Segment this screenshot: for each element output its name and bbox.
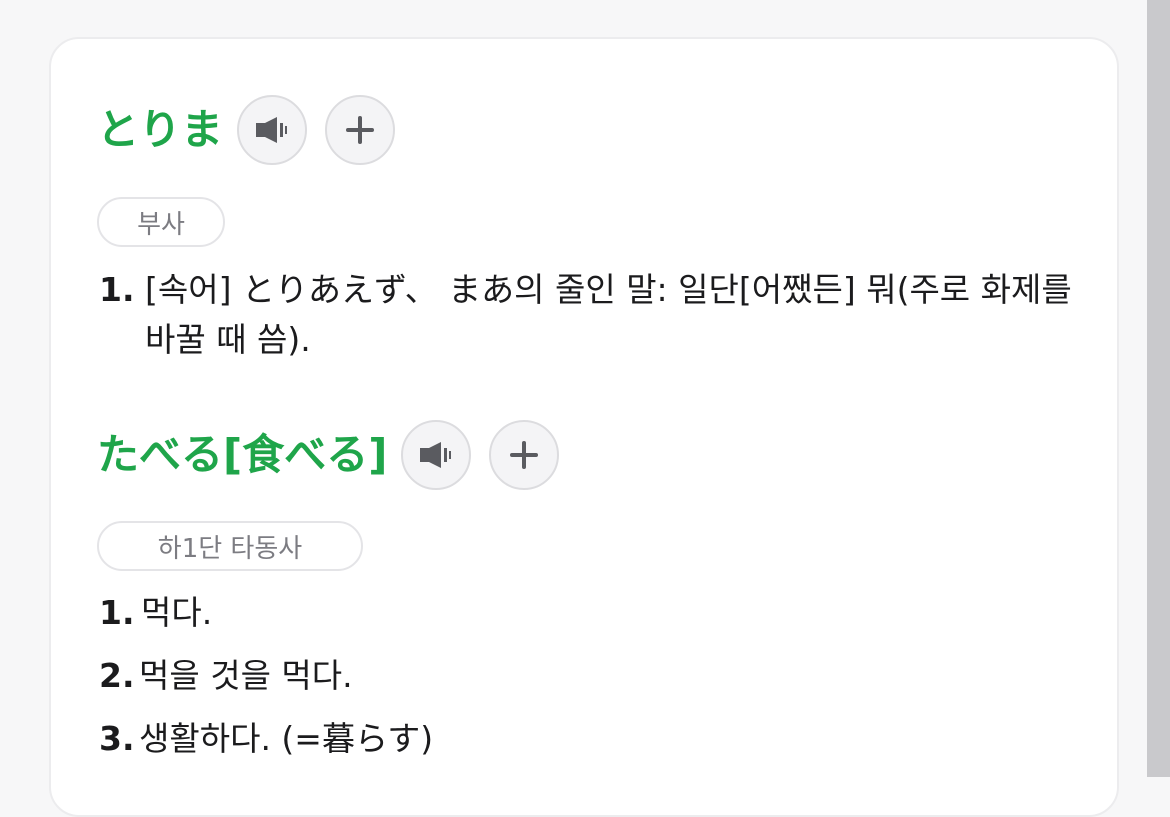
part-of-speech-badge: 부사 bbox=[97, 197, 225, 247]
sense-text: 먹을 것을 먹다. bbox=[139, 656, 353, 695]
sense-item: 1. [속어] とりあえず、 まあ의 줄인 말: 일단[어쨌든] 뭐(주로 화제… bbox=[99, 265, 1075, 365]
headword: たべる[食べる] bbox=[97, 430, 388, 479]
pronunciation-button[interactable] bbox=[237, 95, 308, 165]
speaker-icon bbox=[255, 115, 289, 145]
sense-number: 3. bbox=[99, 719, 135, 758]
part-of-speech-badge: 하1단 타동사 bbox=[97, 521, 363, 571]
scrollbar[interactable] bbox=[1147, 0, 1170, 777]
add-to-wordbook-button[interactable] bbox=[325, 95, 396, 165]
sense-text: [속어] とりあえず、 まあ의 줄인 말: 일단[어쨌든] 뭐(주로 화제를 바… bbox=[145, 270, 1072, 359]
sense-item: 1. 먹다. bbox=[99, 588, 1071, 651]
plus-icon bbox=[345, 115, 375, 145]
sense-text: 생활하다. (=暮らす) bbox=[139, 719, 434, 758]
sense-list: 1. 먹다. 2. 먹을 것을 먹다. 3. 생활하다. (=暮らす) bbox=[99, 588, 1071, 777]
sense-number: 2. bbox=[99, 656, 135, 695]
sense-item: 3. 생활하다. (=暮らす) bbox=[99, 714, 1071, 777]
headword: とりま bbox=[97, 105, 224, 154]
sense-text: 먹다. bbox=[141, 593, 213, 632]
sense-number: 1. bbox=[99, 593, 135, 632]
add-to-wordbook-button[interactable] bbox=[489, 420, 560, 490]
entry-header: たべる[食べる] bbox=[97, 420, 560, 490]
sense-number: 1. bbox=[99, 270, 135, 309]
pronunciation-button[interactable] bbox=[401, 420, 472, 490]
sense-item: 2. 먹을 것을 먹다. bbox=[99, 651, 1071, 714]
speaker-icon bbox=[419, 440, 453, 470]
sense-list: 1. [속어] とりあえず、 まあ의 줄인 말: 일단[어쨌든] 뭐(주로 화제… bbox=[99, 265, 1075, 365]
entry-header: とりま bbox=[97, 95, 396, 165]
plus-icon bbox=[509, 440, 539, 470]
